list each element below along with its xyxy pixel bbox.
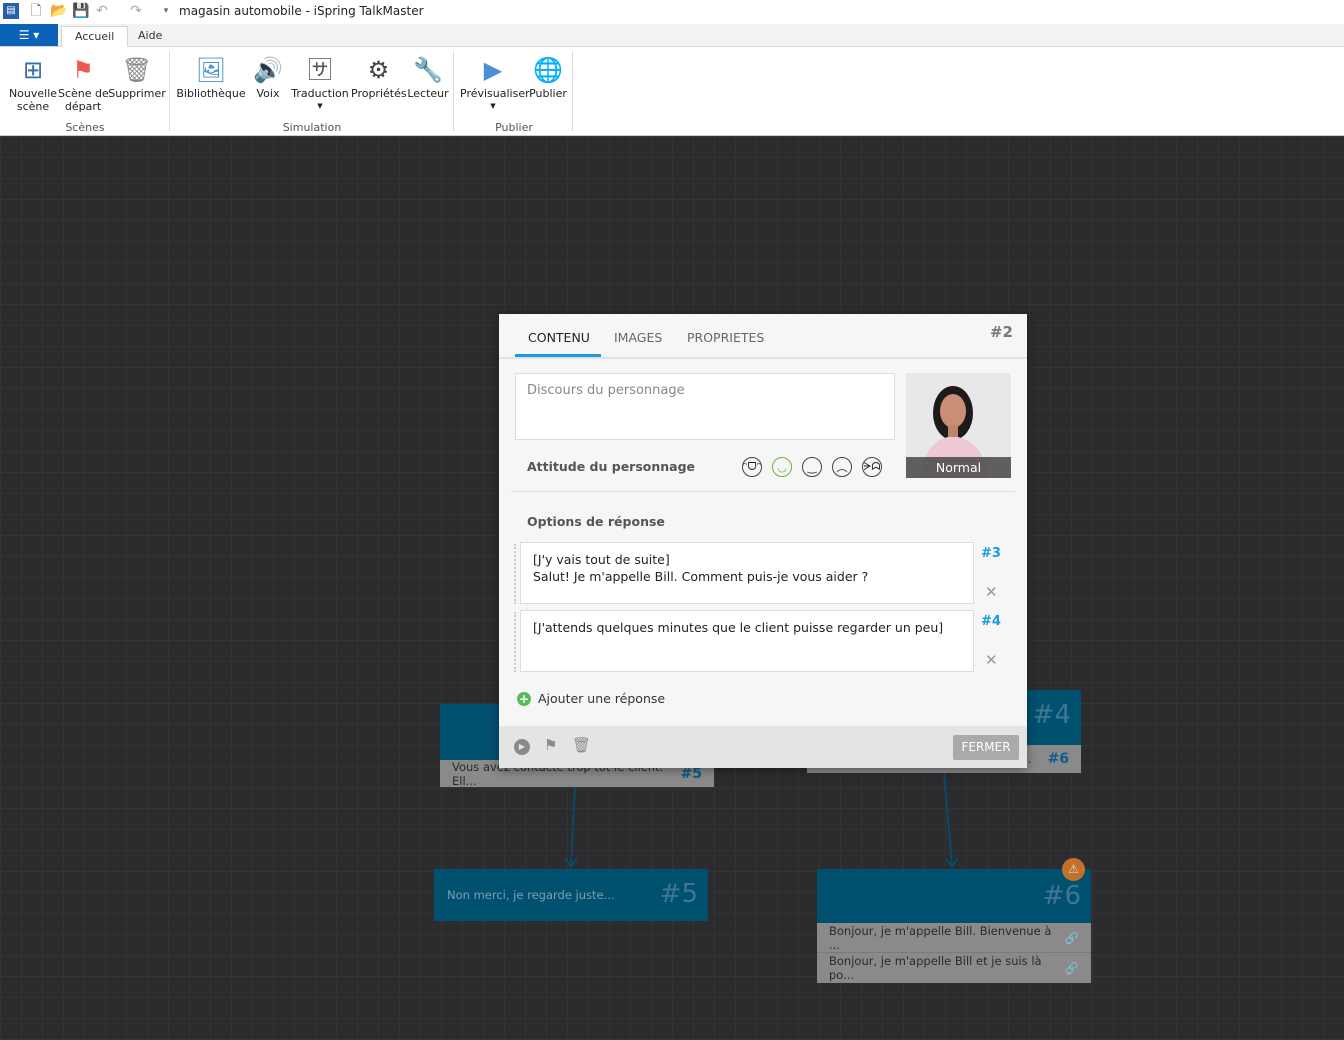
group-separator <box>453 51 454 131</box>
player-wrench-icon: 🔧 <box>413 55 443 84</box>
play-icon: ▶ <box>483 55 503 84</box>
group-label-publish: Publier <box>495 121 533 134</box>
publish-button[interactable]: 🌐 Publier <box>527 53 569 101</box>
scene-node-6[interactable]: #6 Bonjour, je m'appelle Bill. Bienvenue… <box>817 869 1091 983</box>
tab-aide[interactable]: Aide <box>125 26 175 47</box>
tab-images[interactable]: IMAGES <box>614 330 662 345</box>
ribbon: ⊞ Nouvelle scène ⚑ Scène de départ 🗑 Suppri… <box>0 47 1344 136</box>
warning-icon[interactable]: ⚠ <box>1062 858 1085 881</box>
redo-icon[interactable]: ↷ <box>128 3 144 19</box>
gear-icon: ⚙ <box>367 55 390 84</box>
response-option-input[interactable]: [J'y vais tout de suite] Salut! Je m'app… <box>520 542 974 604</box>
new-scene-button[interactable]: ⊞ Nouvelle scène <box>8 53 58 114</box>
speech-input[interactable]: Discours du personnage <box>515 373 895 440</box>
preview-button[interactable]: ▶ Prévisualiser ▼ <box>460 53 530 113</box>
attitude-label: Attitude du personnage <box>527 459 696 474</box>
close-button[interactable]: FERMER <box>953 735 1019 760</box>
group-label-scenes: Scènes <box>65 121 105 134</box>
translation-button[interactable]: 🈂 Traduction ▼ <box>290 53 350 113</box>
window-title: magasin automobile - iSpring TalkMaster <box>179 4 424 18</box>
drag-handle[interactable] <box>514 612 516 672</box>
node-response-row[interactable]: Bonjour, je m'appelle Bill. Bienvenue à … <box>817 923 1091 953</box>
speaker-icon: 🔊 <box>253 55 283 84</box>
plus-circle-icon: + <box>517 691 531 706</box>
link-icon: 🔗 <box>1064 930 1079 945</box>
new-scene-icon: ⊞ <box>22 55 44 84</box>
character-photo[interactable]: Normal <box>906 373 1011 478</box>
app-menu-button[interactable]: ☰ ▾ <box>0 24 58 46</box>
neutral-emoji-icon[interactable]: ‿ <box>802 457 822 477</box>
node-response-row[interactable]: Bonjour, je m'appelle Bill et je suis là… <box>817 953 1091 983</box>
divider <box>511 491 1015 492</box>
title-bar: ▤ 🗋 📂 💾 ↶ ↷ ▾ magasin automobile - iSpri… <box>0 0 1344 24</box>
dialog-footer: ▶ ⚑ 🗑 FERMER <box>499 726 1027 768</box>
scene-id: #2 <box>989 323 1013 341</box>
delete-response-icon[interactable]: ✕ <box>985 651 998 669</box>
smile-emoji-icon[interactable]: ◡ <box>772 457 792 477</box>
save-icon[interactable]: 💾 <box>72 3 89 19</box>
delete-button[interactable]: 🗑 Supprimer <box>108 53 166 101</box>
options-label: Options de réponse <box>527 514 665 529</box>
app-icon: ▤ <box>3 3 19 19</box>
group-separator <box>572 51 573 131</box>
play-icon[interactable]: ▶ <box>514 739 530 755</box>
tab-divider <box>499 357 1027 359</box>
drag-handle[interactable] <box>514 544 516 604</box>
add-response-button[interactable]: + Ajouter une réponse <box>517 691 665 706</box>
connector-arrow <box>564 786 578 869</box>
link-icon: 🔗 <box>1064 961 1079 975</box>
delete-response-icon[interactable]: ✕ <box>985 583 998 601</box>
trash-icon[interactable]: 🗑 <box>572 736 591 754</box>
group-separator <box>169 51 170 131</box>
tab-contenu[interactable]: CONTENU <box>528 330 590 345</box>
globe-upload-icon: 🌐 <box>533 55 563 84</box>
response-target-link[interactable]: #4 <box>981 614 1001 629</box>
response-option-input[interactable]: [J'attends quelques minutes que le clien… <box>520 610 974 672</box>
properties-button[interactable]: ⚙ Propriétés <box>351 53 407 101</box>
scene-node-5[interactable]: Non merci, je regarde juste... #5 <box>434 869 708 921</box>
tab-accueil[interactable]: Accueil <box>61 26 129 47</box>
image-library-icon: 🖼 <box>195 55 227 84</box>
sad-emoji-icon[interactable]: ︵ <box>832 457 852 477</box>
library-button[interactable]: 🖼 Bibliothèque <box>176 53 246 101</box>
flag-icon[interactable]: ⚑ <box>544 736 557 754</box>
laugh-emoji-icon[interactable]: ᵔᗜᵔ <box>742 457 762 477</box>
scene-editor-dialog: CONTENU IMAGES PROPRIETES #2 Discours du… <box>499 314 1027 768</box>
start-scene-button[interactable]: ⚑ Scène de départ <box>58 53 109 114</box>
voice-button[interactable]: 🔊 Voix <box>250 53 286 101</box>
flag-icon: ⚑ <box>72 55 94 84</box>
angry-emoji-icon[interactable]: ᗒᗣ <box>862 457 882 477</box>
new-file-icon[interactable]: 🗋 <box>28 3 44 19</box>
group-label-simulation: Simulation <box>282 121 342 134</box>
player-button[interactable]: 🔧 Lecteur <box>407 53 449 101</box>
character-state-label: Normal <box>906 457 1011 478</box>
translate-icon: 🈂 <box>308 55 332 84</box>
undo-icon[interactable]: ↶ <box>94 3 110 19</box>
tab-proprietes[interactable]: PROPRIETES <box>687 330 764 345</box>
response-target-link[interactable]: #3 <box>981 546 1001 561</box>
open-folder-icon[interactable]: 📂 <box>50 3 67 19</box>
trash-icon: 🗑 <box>121 55 153 84</box>
ribbon-tabs <box>0 24 1344 47</box>
connector-arrow <box>943 772 959 869</box>
customize-quick-access-icon[interactable]: ▾ <box>158 3 174 19</box>
